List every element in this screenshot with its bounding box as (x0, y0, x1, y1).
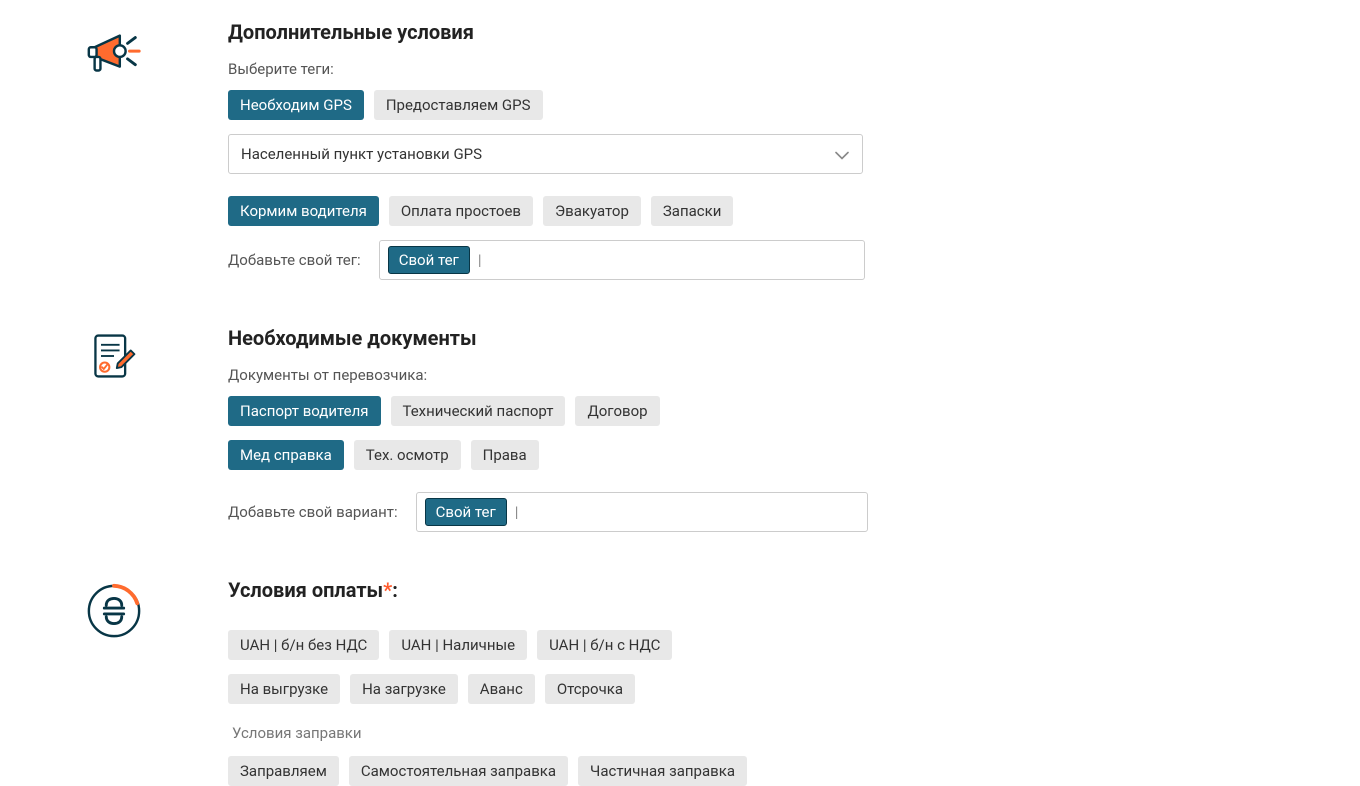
section-payment: Условия оплаты*: UAH | б/н без НДС UAH |… (0, 578, 1360, 786)
tag-downtime-pay[interactable]: Оплата простоев (389, 196, 533, 226)
additional-tag-row-2: Кормим водителя Оплата простоев Эвакуато… (228, 196, 868, 226)
tag-deferred[interactable]: Отсрочка (545, 674, 635, 704)
megaphone-icon (83, 24, 145, 90)
custom-tag-label: Добавьте свой тег: (228, 251, 361, 269)
custom-variant-input[interactable]: Свой тег | (416, 492, 868, 532)
text-cursor: | (515, 503, 519, 521)
tag-uah-noncash-vat[interactable]: UAH | б/н с НДС (537, 630, 672, 660)
gps-place-input[interactable]: Населенный пункт установки GPS (228, 134, 863, 174)
tag-uah-noncash-novat[interactable]: UAH | б/н без НДС (228, 630, 379, 660)
icon-col (0, 578, 228, 786)
tag-self-refuel[interactable]: Самостоятельная заправка (349, 756, 568, 786)
tag-license[interactable]: Права (471, 440, 539, 470)
custom-tag-row-additional: Добавьте свой тег: Свой тег | (228, 240, 868, 280)
text-cursor: | (478, 251, 482, 269)
documents-content: Необходимые документы Документы от перев… (228, 326, 868, 538)
payment-currency-row: UAH | б/н без НДС UAH | Наличные UAH | б… (228, 630, 868, 660)
documents-sub-label: Документы от перевозчика: (228, 366, 868, 384)
tag-feed-driver[interactable]: Кормим водителя (228, 196, 379, 226)
tag-driver-passport[interactable]: Паспорт водителя (228, 396, 381, 426)
section-documents: Необходимые документы Документы от перев… (0, 326, 1360, 538)
document-sign-icon (88, 330, 140, 386)
section-additional-conditions: Дополнительные условия Выберите теги: Не… (0, 20, 1360, 286)
documents-title: Необходимые документы (228, 326, 868, 350)
fuel-row: Заправляем Самостоятельная заправка Част… (228, 756, 868, 786)
documents-tag-row-1: Паспорт водителя Технический паспорт Дог… (228, 396, 868, 426)
tag-on-unload[interactable]: На выгрузке (228, 674, 340, 704)
required-asterisk: * (383, 578, 392, 602)
icon-col (0, 326, 228, 538)
tag-tech-passport[interactable]: Технический паспорт (391, 396, 566, 426)
documents-tag-row-2: Мед справка Тех. осмотр Права (228, 440, 868, 470)
gps-place-select[interactable]: Населенный пункт установки GPS (228, 134, 863, 174)
payment-title-prefix: Условия оплаты (228, 578, 383, 602)
tag-med-cert[interactable]: Мед справка (228, 440, 344, 470)
payment-content: Условия оплаты*: UAH | б/н без НДС UAH |… (228, 578, 868, 786)
gps-tag-row: Необходим GPS Предоставляем GPS (228, 90, 868, 120)
tag-advance[interactable]: Аванс (468, 674, 535, 704)
icon-col (0, 20, 228, 286)
custom-variant-row: Добавьте свой вариант: Свой тег | (228, 492, 868, 532)
payment-timing-row: На выгрузке На загрузке Аванс Отсрочка (228, 674, 868, 704)
custom-variant-label: Добавьте свой вариант: (228, 503, 398, 521)
tag-uah-cash[interactable]: UAH | Наличные (389, 630, 527, 660)
custom-variant-chip[interactable]: Свой тег (425, 498, 507, 526)
additional-content: Дополнительные условия Выберите теги: Не… (228, 20, 868, 286)
payment-title-suffix: : (392, 578, 398, 602)
currency-coin-icon (85, 582, 143, 644)
tag-provide-gps[interactable]: Предоставляем GPS (374, 90, 543, 120)
custom-tag-chip[interactable]: Свой тег (388, 246, 470, 274)
tag-tech-inspection[interactable]: Тех. осмотр (354, 440, 461, 470)
tag-partial-refuel[interactable]: Частичная заправка (578, 756, 747, 786)
choose-tags-label: Выберите теги: (228, 60, 868, 78)
tag-on-load[interactable]: На загрузке (350, 674, 458, 704)
additional-title: Дополнительные условия (228, 20, 868, 44)
tag-spares[interactable]: Запаски (651, 196, 734, 226)
tag-contract[interactable]: Договор (575, 396, 659, 426)
tag-need-gps[interactable]: Необходим GPS (228, 90, 364, 120)
fuel-conditions-label: Условия заправки (228, 724, 868, 742)
payment-title: Условия оплаты*: (228, 578, 868, 602)
tag-we-refuel[interactable]: Заправляем (228, 756, 339, 786)
tag-tow-truck[interactable]: Эвакуатор (543, 196, 641, 226)
custom-tag-input[interactable]: Свой тег | (379, 240, 865, 280)
